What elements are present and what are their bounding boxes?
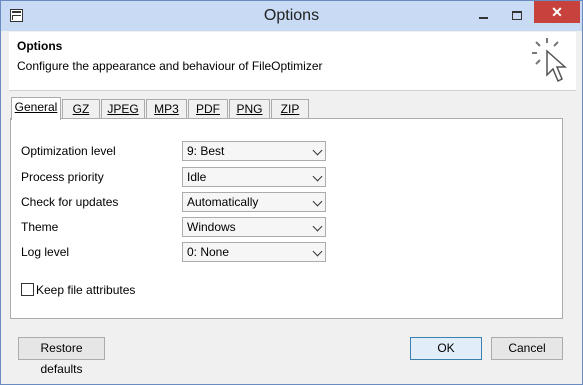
restore-defaults-button[interactable]: Restore defaults xyxy=(18,337,105,376)
chevron-down-icon xyxy=(312,171,323,182)
log-level-select[interactable]: 0: None xyxy=(182,242,326,262)
header-panel: Options Configure the appearance and beh… xyxy=(9,32,576,91)
chevron-down-icon xyxy=(312,145,323,156)
general-tab-panel: Optimization level 9: Best Process prior… xyxy=(10,118,563,319)
theme-label: Theme xyxy=(21,220,59,234)
keep-file-attributes-checkbox[interactable] xyxy=(21,283,34,296)
check-for-updates-select[interactable]: Automatically xyxy=(182,192,326,212)
chevron-down-icon xyxy=(312,196,323,207)
minimize-button[interactable] xyxy=(471,7,497,25)
check-for-updates-label: Check for updates xyxy=(21,195,119,209)
maximize-button[interactable] xyxy=(504,7,530,25)
check-for-updates-value: Automatically xyxy=(187,195,259,209)
optimization-level-select[interactable]: 9: Best xyxy=(182,141,326,161)
optimization-level-label: Optimization level xyxy=(21,144,116,158)
tab-jpeg[interactable]: JPEG xyxy=(101,99,145,119)
close-button[interactable]: ✕ xyxy=(534,1,580,23)
chevron-down-icon xyxy=(312,221,323,232)
tab-zip[interactable]: ZIP xyxy=(271,99,309,119)
header-description: Configure the appearance and behaviour o… xyxy=(17,59,323,73)
theme-value: Windows xyxy=(187,220,236,234)
theme-select[interactable]: Windows xyxy=(182,217,326,237)
title-bar: Options ✕ xyxy=(1,1,582,31)
close-icon: ✕ xyxy=(551,4,563,20)
tab-pdf[interactable]: PDF xyxy=(188,99,228,119)
log-level-value: 0: None xyxy=(187,245,230,259)
cursor-click-icon xyxy=(532,38,567,83)
header-title: Options xyxy=(17,39,63,53)
tab-mp3[interactable]: MP3 xyxy=(146,99,187,119)
optimization-level-value: 9: Best xyxy=(187,144,225,158)
cancel-button[interactable]: Cancel xyxy=(491,337,563,360)
keep-file-attributes-label[interactable]: Keep file attributes xyxy=(36,283,135,297)
process-priority-select[interactable]: Idle xyxy=(182,167,326,187)
process-priority-value: Idle xyxy=(187,170,207,184)
process-priority-label: Process priority xyxy=(21,170,104,184)
tab-general[interactable]: General xyxy=(11,97,61,120)
minimize-icon xyxy=(479,17,488,19)
tab-gz[interactable]: GZ xyxy=(62,99,100,119)
options-window: Options ✕ Options Configure the appearan… xyxy=(0,0,583,385)
maximize-icon xyxy=(512,11,522,20)
chevron-down-icon xyxy=(312,246,323,257)
ok-button[interactable]: OK xyxy=(410,337,482,360)
tab-png[interactable]: PNG xyxy=(229,99,270,119)
log-level-label: Log level xyxy=(21,245,70,259)
